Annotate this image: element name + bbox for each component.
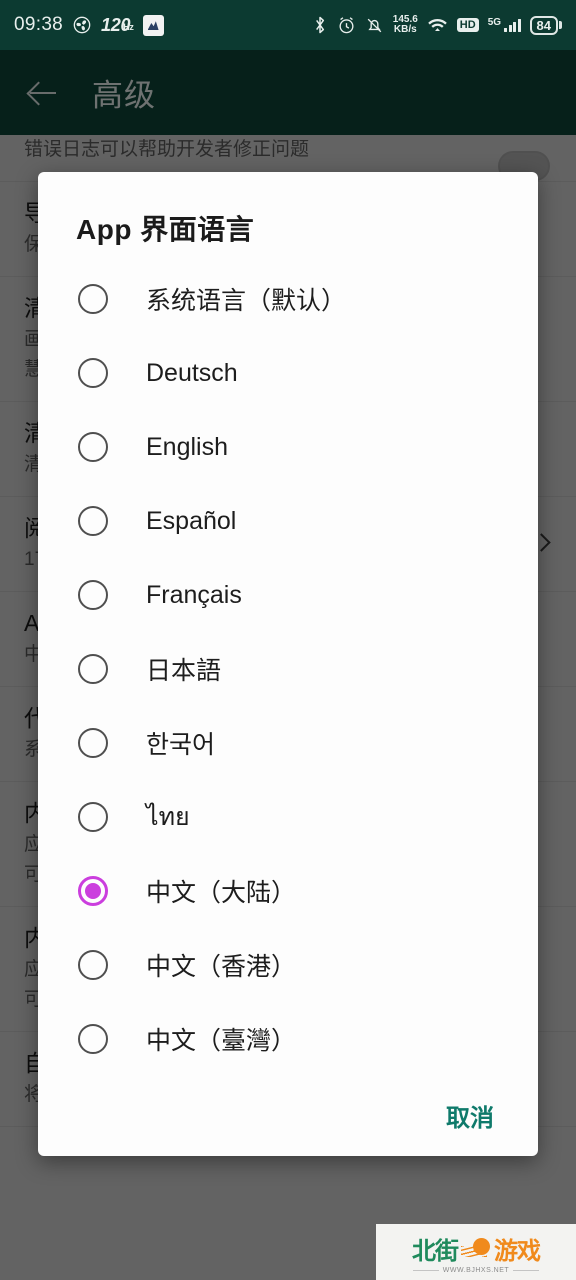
- radio-icon[interactable]: [78, 1024, 108, 1054]
- dialog-actions: 取消: [38, 1076, 538, 1143]
- watermark-logo: 北街 游戏: [412, 1231, 541, 1266]
- language-options-list: 系统语言（默认） Deutsch English Español Françai…: [38, 258, 538, 1076]
- alarm-icon: [337, 16, 356, 35]
- radio-icon-selected[interactable]: [78, 876, 108, 906]
- language-option-label: 中文（香港）: [146, 953, 297, 981]
- dialog-title: App 界面语言: [76, 214, 255, 245]
- watermark-url-text: WWW.BJHXS.NET: [442, 1266, 510, 1274]
- radio-icon[interactable]: [78, 506, 108, 536]
- radio-icon[interactable]: [78, 284, 108, 314]
- watermark: 北街 游戏 WWW.BJHXS.NET: [376, 1224, 576, 1280]
- language-option-label: 中文（臺灣）: [146, 1027, 297, 1055]
- hd-icon: HD: [456, 18, 479, 32]
- language-option-chinese-hongkong[interactable]: 中文（香港）: [38, 928, 538, 1002]
- language-option-chinese-taiwan[interactable]: 中文（臺灣）: [38, 1002, 538, 1076]
- radio-icon[interactable]: [78, 654, 108, 684]
- battery-icon: 84: [529, 15, 562, 35]
- watermark-text-green: 北街: [412, 1237, 459, 1265]
- fan-icon: [72, 15, 92, 35]
- network-speed-indicator: 145.6 KB/s: [392, 14, 418, 35]
- watermark-url: WWW.BJHXS.NET: [412, 1266, 540, 1274]
- language-option-english[interactable]: English: [38, 410, 538, 484]
- language-option-label: 한국어: [146, 731, 216, 759]
- status-clock: 09:38: [14, 14, 64, 35]
- language-option-label: English: [146, 432, 228, 461]
- signal-bars-icon: 5G: [488, 18, 521, 32]
- radio-icon[interactable]: [78, 802, 108, 832]
- language-option-thai[interactable]: ไทย: [38, 780, 538, 854]
- radio-icon[interactable]: [78, 358, 108, 388]
- language-option-system[interactable]: 系统语言（默认）: [38, 262, 538, 336]
- language-option-label: Français: [146, 580, 242, 609]
- language-option-label: 中文（大陆）: [146, 879, 297, 907]
- bluetooth-icon: [312, 15, 328, 35]
- language-option-label: 日本語: [146, 657, 222, 685]
- language-option-label: 系统语言（默认）: [146, 287, 347, 315]
- phone-screen: 09:38 120Hz 145.6 KB/s HD 5G 84 App 界面语言…: [0, 0, 576, 1280]
- refresh-rate-indicator: 120Hz: [101, 14, 134, 35]
- language-option-label: ไทย: [146, 803, 190, 831]
- wifi-icon: [427, 16, 448, 34]
- cancel-button[interactable]: 取消: [432, 1088, 508, 1143]
- language-option-label: Español: [146, 506, 237, 535]
- radio-icon[interactable]: [78, 580, 108, 610]
- language-option-espanol[interactable]: Español: [38, 484, 538, 558]
- language-option-label: Deutsch: [146, 358, 238, 387]
- language-option-francais[interactable]: Français: [38, 558, 538, 632]
- radio-icon[interactable]: [78, 728, 108, 758]
- language-option-deutsch[interactable]: Deutsch: [38, 336, 538, 410]
- notification-muted-icon: [365, 16, 384, 35]
- radio-icon[interactable]: [78, 432, 108, 462]
- language-dialog: App 界面语言 系统语言（默认） Deutsch English Españo…: [38, 172, 538, 1156]
- language-option-korean[interactable]: 한국어: [38, 706, 538, 780]
- gallery-app-icon: [142, 14, 164, 36]
- sun-icon: [461, 1238, 491, 1258]
- language-option-chinese-mainland[interactable]: 中文（大陆）: [38, 854, 538, 928]
- watermark-text-orange: 游戏: [494, 1237, 541, 1265]
- language-option-japanese[interactable]: 日本語: [38, 632, 538, 706]
- status-bar-left: 09:38 120Hz: [14, 14, 164, 36]
- status-bar-right: 145.6 KB/s HD 5G 84: [312, 15, 562, 35]
- radio-icon[interactable]: [78, 950, 108, 980]
- status-bar: 09:38 120Hz 145.6 KB/s HD 5G 84: [0, 0, 576, 50]
